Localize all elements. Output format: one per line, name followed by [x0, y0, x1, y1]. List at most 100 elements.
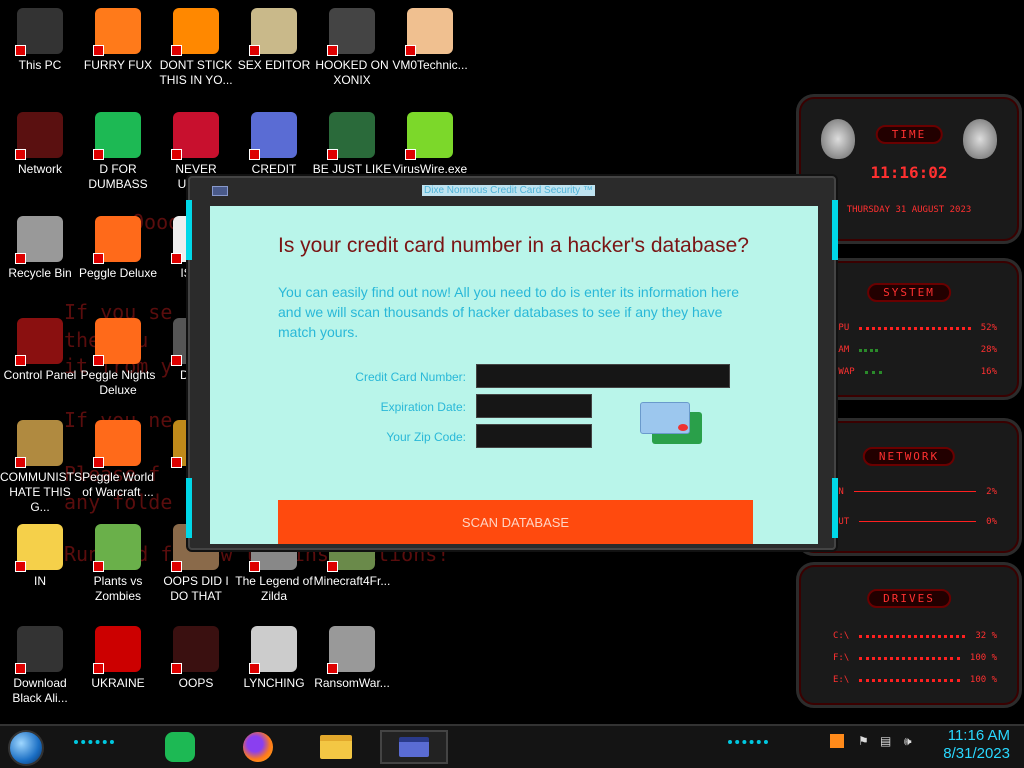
desktop-icon-label: FURRY FUX	[83, 58, 153, 72]
desktop-icon[interactable]: Plants vs Zombies	[78, 524, 158, 604]
taskbar-accent	[74, 740, 114, 746]
security-flag-icon[interactable]: ⚑	[858, 734, 869, 748]
desktop-icon[interactable]: COMMUNISTS HATE THIS G...	[0, 420, 82, 515]
desktop-icon[interactable]: RansomWar...	[312, 626, 392, 691]
desktop-icon-label: Recycle Bin	[8, 266, 72, 280]
shortcut-arrow-icon	[171, 45, 182, 56]
desktop-icon-label: The Legend of Zilda	[235, 574, 313, 603]
alien-head-icon	[963, 119, 997, 159]
desktop-icon-label: OOPS	[178, 676, 214, 690]
drives-widget-title: DRIVES	[867, 589, 951, 608]
taskbar-time: 11:16 AM	[947, 727, 1010, 744]
card-number-input[interactable]	[476, 364, 730, 388]
desktop-icon[interactable]: LYNCHING	[234, 626, 314, 691]
desktop-icon[interactable]: VM0Technic...	[390, 8, 470, 73]
desktop-icon[interactable]: Recycle Bin	[0, 216, 80, 281]
desktop-icon-label: Peggle Nights Deluxe	[80, 368, 156, 397]
start-button[interactable]	[8, 730, 44, 766]
limewire-icon	[405, 112, 453, 160]
xonix-icon	[327, 8, 375, 56]
star-butterfly-icon	[15, 524, 63, 572]
zip-input[interactable]	[476, 424, 592, 448]
desktop-icon[interactable]: HOOKED ON XONIX	[312, 8, 392, 88]
pvz-icon	[93, 524, 141, 572]
shortcut-arrow-icon	[171, 561, 182, 572]
shortcut-arrow-icon	[15, 457, 26, 468]
hxd-icon	[249, 8, 297, 56]
desktop-icon-label: Peggle World of Warcraft ...	[82, 470, 154, 499]
desktop-icon-label: IN	[34, 574, 46, 588]
radiation-icon	[93, 626, 141, 674]
taskbar-clock[interactable]: 11:16 AM 8/31/2023	[943, 727, 1010, 763]
desktop-icon[interactable]: BE JUST LIKE	[312, 112, 392, 177]
oops-pc-icon	[171, 626, 219, 674]
desktop-icon[interactable]: DONT STICK THIS IN YO...	[156, 8, 236, 88]
frame-accent	[186, 478, 192, 538]
desktop-icon[interactable]: OOPS	[156, 626, 236, 691]
taskbar-file-explorer-icon[interactable]	[316, 730, 356, 764]
desktop-icon-label: HOOKED ON XONIX	[315, 58, 389, 87]
desktop-icon[interactable]: Network	[0, 112, 80, 177]
window-titlebar[interactable]: Dixe Normous Credit Card Security ™	[190, 178, 834, 204]
frame-accent	[832, 478, 838, 538]
shortcut-arrow-icon	[15, 45, 26, 56]
card-number-label: Credit Card Number:	[355, 370, 466, 384]
desktop-icon[interactable]: Control Panel	[0, 318, 80, 383]
shortcut-arrow-icon	[249, 45, 260, 56]
vlc-cone-icon	[171, 8, 219, 56]
shortcut-arrow-icon	[171, 457, 182, 468]
peggle-wow-icon	[93, 420, 141, 468]
doctor-icon	[405, 8, 453, 56]
desktop-icon[interactable]: This PC	[0, 8, 80, 73]
scan-database-button[interactable]: SCAN DATABASE	[278, 500, 753, 544]
desktop-icon[interactable]: VirusWire.exe	[390, 112, 470, 177]
peggle-icon	[93, 216, 141, 264]
spotify-green-icon	[93, 112, 141, 160]
desktop-icon[interactable]: FURRY FUX	[78, 8, 158, 73]
taskbar-credit-card-app[interactable]	[380, 730, 448, 764]
widget-date: THURSDAY 31 AUGUST 2023	[846, 205, 972, 215]
network-widget-title: NETWORK	[862, 447, 956, 466]
desktop-icon-label: D FOR DUMBASS	[88, 162, 148, 191]
taskbar-accent	[728, 740, 768, 746]
desktop-icon[interactable]: IN	[0, 524, 80, 589]
desktop-icon-label: VM0Technic...	[392, 58, 468, 72]
desktop-icon[interactable]: Peggle Deluxe	[78, 216, 158, 281]
shortcut-arrow-icon	[405, 45, 416, 56]
system-row-ram: RAM 28%	[833, 345, 997, 355]
this-pc-icon	[15, 8, 63, 56]
desktop-icon[interactable]: Peggle Nights Deluxe	[78, 318, 158, 398]
desktop-icon[interactable]: UKRAINE	[78, 626, 158, 691]
drives-widget: DRIVES C:\ 32 % F:\ 100 % E:\ 100 %	[796, 562, 1022, 708]
network-icon[interactable]: ▤	[880, 734, 891, 748]
desktop-icon[interactable]: Peggle World of Warcraft ...	[78, 420, 158, 500]
file-explorer-icon	[320, 735, 352, 759]
shortcut-arrow-icon	[15, 561, 26, 572]
desktop-icon-label: This PC	[18, 58, 62, 72]
shortcut-arrow-icon	[93, 149, 104, 160]
shortcut-arrow-icon	[249, 561, 260, 572]
desktop-icon[interactable]: Download Black Ali...	[0, 626, 80, 706]
desktop-icon[interactable]: D FOR DUMBASS	[78, 112, 158, 192]
taskbar-spotify-icon[interactable]	[160, 730, 200, 764]
input-icon[interactable]	[830, 734, 844, 748]
desktop-icon[interactable]: SEX EDITOR	[234, 8, 314, 73]
desktop-icon-label: Network	[17, 162, 62, 176]
volume-icon[interactable]: 🕪	[904, 734, 912, 749]
skull-icon	[327, 626, 375, 674]
money-bag-icon	[15, 420, 63, 468]
desktop-icon-label: Plants vs Zombies	[93, 574, 143, 603]
network-row-out: OUT 0%	[833, 517, 997, 527]
control-panel-icon	[15, 318, 63, 366]
credit-card-security-window[interactable]: Dixe Normous Credit Card Security ™ Is y…	[186, 176, 838, 550]
taskbar-firefox-icon[interactable]	[238, 730, 278, 764]
peggle-nights-icon	[93, 318, 141, 366]
expiration-input[interactable]	[476, 394, 592, 418]
network-icon	[15, 112, 63, 160]
time-widget-title: TIME	[875, 125, 943, 144]
shortcut-arrow-icon	[15, 663, 26, 674]
taskbar-date: 8/31/2023	[943, 745, 1010, 762]
shortcut-arrow-icon	[249, 663, 260, 674]
expiration-label: Expiration Date:	[380, 400, 466, 414]
alien-head-icon	[821, 119, 855, 159]
